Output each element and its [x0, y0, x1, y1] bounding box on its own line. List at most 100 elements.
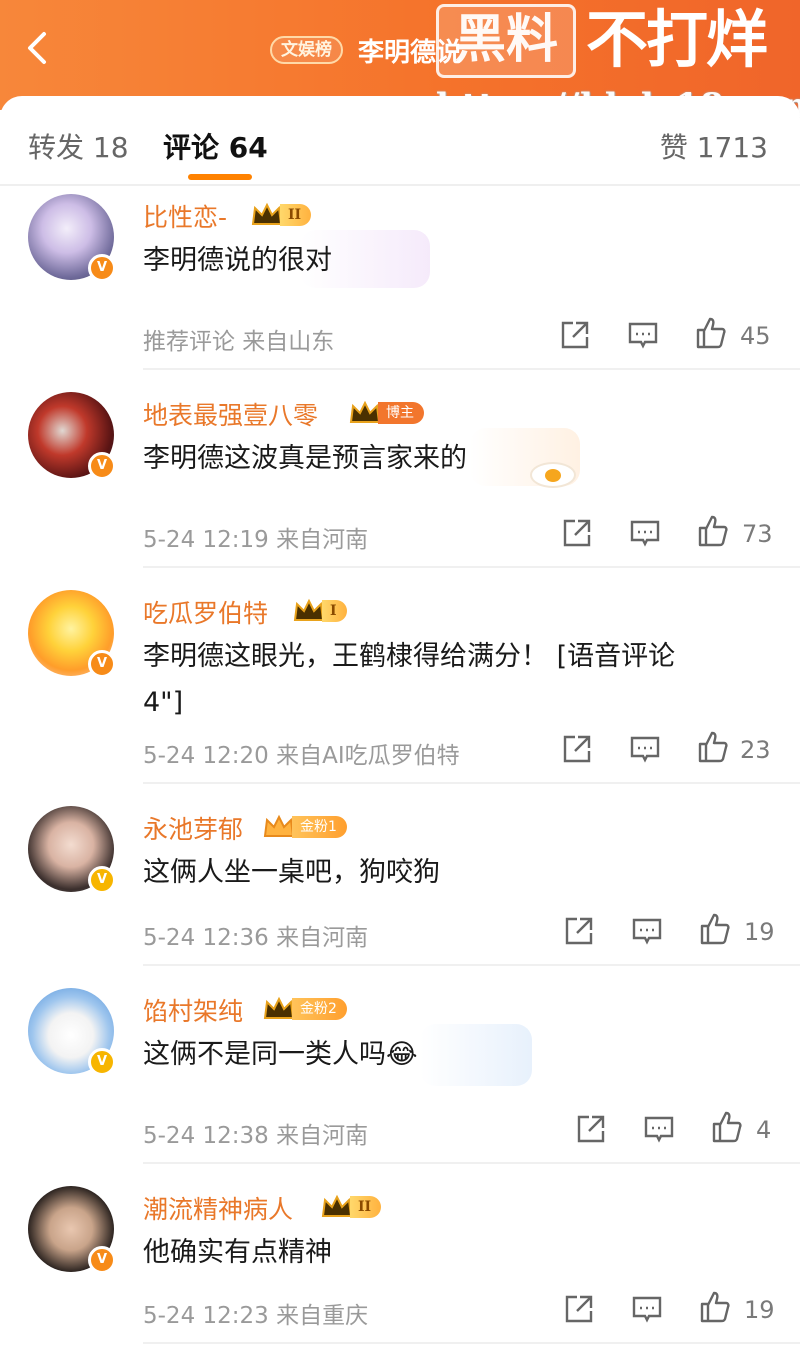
crown-icon: [321, 1194, 353, 1217]
comment-icon: [630, 520, 660, 547]
comment-bubble-decoration: [420, 1024, 532, 1086]
comment-meta: 5-24 12:20 来自AI吃瓜罗伯特: [143, 743, 460, 769]
member-badge: 博主: [348, 400, 424, 426]
share-button[interactable]: [558, 318, 592, 352]
share-icon: [563, 735, 591, 763]
comment-icon: [632, 918, 662, 945]
share-icon: [565, 1295, 593, 1323]
thumbs-up-icon: [700, 1291, 730, 1323]
divider: [143, 964, 800, 966]
reply-button[interactable]: [628, 516, 662, 550]
share-button[interactable]: [562, 1292, 596, 1326]
crown-icon: [263, 814, 295, 837]
divider: [143, 782, 800, 784]
like-count: 73: [742, 520, 773, 548]
comment-item: V 吃瓜罗伯特 I 李明德这眼光，王鹤棣得给满分！ [语音评论 4"] 5-24…: [0, 586, 800, 784]
share-button[interactable]: [574, 1112, 608, 1146]
verified-v-icon: V: [88, 650, 116, 678]
verified-v-icon: V: [88, 452, 116, 480]
like-count: 45: [740, 322, 771, 350]
active-tab-indicator: [188, 174, 252, 180]
egg-decoration-icon: [530, 462, 576, 488]
comment-meta: 5-24 12:38 来自河南: [143, 1123, 369, 1149]
tab-repost[interactable]: 转发 18: [28, 126, 129, 166]
username[interactable]: 吃瓜罗伯特: [143, 594, 268, 630]
comment-item: V 比性恋- II 李明德说的很对 推荐评论 来自山东 45: [0, 190, 800, 370]
comment-icon: [632, 1296, 662, 1323]
comment-text: 他确实有点精神: [143, 1237, 332, 1268]
tab-comments[interactable]: 评论 64: [163, 126, 268, 166]
avatar[interactable]: V: [28, 194, 116, 282]
comment-item: V 潮流精神病人 II 他确实有点精神 5-24 12:23 来自重庆 19: [0, 1182, 800, 1365]
thumbs-up-icon: [712, 1111, 742, 1143]
crown-icon: [251, 202, 283, 225]
comment-meta: 5-24 12:23 来自重庆: [143, 1303, 369, 1329]
share-button[interactable]: [560, 732, 594, 766]
tabs-bar: 转发 18 评论 64 赞 1713: [0, 96, 800, 186]
crown-icon: [349, 400, 381, 423]
username[interactable]: 比性恋-: [143, 198, 227, 234]
member-badge: II: [250, 202, 312, 228]
like-button[interactable]: [696, 514, 730, 548]
like-count: 19: [744, 918, 775, 946]
comment-icon: [630, 736, 660, 763]
username[interactable]: 永池芽郁: [143, 810, 243, 846]
like-button[interactable]: [698, 912, 732, 946]
comment-text: 这俩不是同一类人吗😂: [143, 1039, 418, 1070]
divider: [143, 368, 800, 370]
reply-button[interactable]: [628, 732, 662, 766]
reply-button[interactable]: [642, 1112, 676, 1146]
like-count: 19: [744, 1296, 775, 1324]
comment-item: V 地表最强壹八零 博主 李明德这波真是预言家来的 5-24 12:19 来自河…: [0, 388, 800, 568]
like-button[interactable]: [696, 730, 730, 764]
comment-item: V 馅村架纯 金粉2 这俩不是同一类人吗😂 5-24 12:38 来自河南 4: [0, 984, 800, 1164]
verified-v-icon: V: [88, 1246, 116, 1274]
reply-button[interactable]: [626, 318, 660, 352]
watermark-box: 黑料: [436, 4, 576, 78]
share-button[interactable]: [562, 914, 596, 948]
comment-text: 李明德这眼光，王鹤棣得给满分！ [语音评论 4"]: [143, 641, 676, 718]
back-button[interactable]: [16, 26, 60, 70]
like-button[interactable]: [710, 1110, 744, 1144]
verified-v-icon: V: [88, 1048, 116, 1076]
member-badge: II: [320, 1194, 382, 1220]
like-button[interactable]: [694, 316, 728, 350]
share-icon: [565, 917, 593, 945]
username[interactable]: 馅村架纯: [143, 992, 243, 1028]
avatar[interactable]: V: [28, 806, 116, 894]
crown-icon: [263, 996, 295, 1019]
comment-meta: 推荐评论 来自山东: [143, 329, 335, 355]
avatar[interactable]: V: [28, 988, 116, 1076]
member-badge: I: [292, 598, 347, 624]
username[interactable]: 潮流精神病人: [143, 1190, 293, 1226]
chevron-left-icon: [28, 32, 46, 64]
comment-item: V 永池芽郁 金粉1 这俩人坐一桌吧，狗咬狗 5-24 12:36 来自河南 1…: [0, 802, 800, 966]
share-button[interactable]: [560, 516, 594, 550]
like-count: 4: [756, 1116, 772, 1144]
tab-likes[interactable]: 赞 1713: [660, 126, 768, 166]
hot-list-tag[interactable]: 文娱榜: [270, 36, 343, 64]
reply-button[interactable]: [630, 1292, 664, 1326]
divider: [143, 1342, 800, 1344]
thumbs-up-icon: [696, 317, 726, 349]
like-button[interactable]: [698, 1290, 732, 1324]
divider: [143, 1162, 800, 1164]
verified-v-icon: V: [88, 254, 116, 282]
comment-text: 这俩人坐一桌吧，狗咬狗: [143, 857, 440, 888]
comment-meta: 5-24 12:36 来自河南: [143, 925, 369, 951]
divider: [0, 184, 800, 186]
username[interactable]: 地表最强壹八零: [143, 396, 318, 432]
thumbs-up-icon: [700, 913, 730, 945]
verified-v-icon: V: [88, 866, 116, 894]
thumbs-up-icon: [698, 731, 728, 763]
member-badge: 金粉1: [262, 814, 347, 840]
avatar[interactable]: V: [28, 1186, 116, 1274]
watermark-text: 不打烊: [586, 3, 768, 76]
reply-button[interactable]: [630, 914, 664, 948]
top-header: 文娱榜 李明德说 黑料 不打烊 https://bbdy18.com: [0, 0, 800, 126]
comment-meta: 5-24 12:19 来自河南: [143, 527, 369, 553]
avatar[interactable]: V: [28, 590, 116, 678]
comment-text: 李明德这波真是预言家来的: [143, 443, 467, 474]
avatar[interactable]: V: [28, 392, 116, 480]
share-icon: [563, 519, 591, 547]
